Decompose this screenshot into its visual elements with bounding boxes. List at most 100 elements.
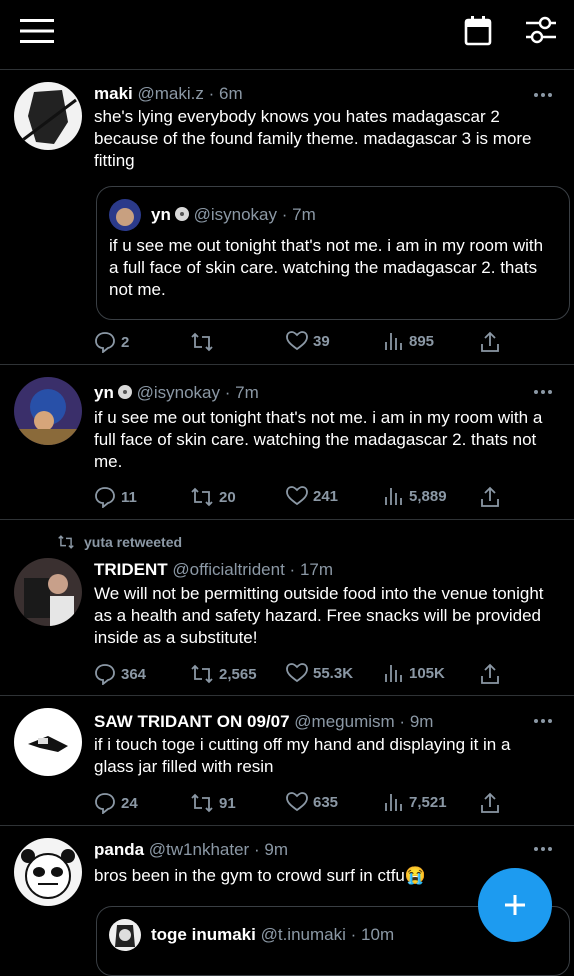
timestamp[interactable]: 9m: [264, 840, 288, 859]
like-button[interactable]: 55.3K: [286, 663, 353, 683]
quote-tweet[interactable]: yn @isynokay · 7m if u see me out tonigh…: [96, 186, 570, 320]
retweet-button[interactable]: 91: [190, 792, 236, 814]
tweet-text: she's lying everybody knows you hates ma…: [94, 107, 532, 170]
like-count: 39: [313, 332, 330, 350]
quote-handle: @t.inumaki: [260, 925, 346, 944]
avatar[interactable]: [14, 377, 82, 445]
timestamp[interactable]: 7m: [235, 383, 259, 402]
more-icon[interactable]: [532, 90, 554, 100]
tweet-header: maki @maki.z · 6m: [94, 84, 530, 104]
display-name[interactable]: SAW TRIDANT ON 09/07: [94, 712, 290, 731]
avatar[interactable]: [14, 838, 82, 906]
retweet-count: 2,565: [219, 665, 257, 683]
quote-display-name: yn: [151, 205, 171, 224]
avatar[interactable]: [14, 82, 82, 150]
retweet-button[interactable]: [190, 331, 219, 353]
views-button[interactable]: 7,521: [384, 792, 447, 812]
display-name[interactable]: panda: [94, 840, 144, 859]
action-bar: 11 20 241 5,889: [94, 486, 514, 510]
tweet-header: yn @isynokay · 7m: [94, 383, 530, 403]
views-button[interactable]: 105K: [384, 663, 445, 683]
separator: ·: [224, 383, 231, 402]
reply-count: 2: [121, 333, 130, 351]
compose-button[interactable]: [478, 868, 552, 942]
handle[interactable]: @isynokay: [137, 383, 220, 402]
like-button[interactable]: 39: [286, 331, 330, 351]
badge-icon: [117, 385, 132, 399]
like-button[interactable]: 635: [286, 792, 338, 812]
view-count: 7,521: [409, 793, 447, 811]
badge-icon: [174, 207, 189, 221]
like-button[interactable]: 241: [286, 486, 338, 506]
view-count: 5,889: [409, 487, 447, 505]
retweet-button[interactable]: 20: [190, 486, 236, 508]
tweet-maki[interactable]: maki @maki.z · 6m she's lying everybody …: [0, 70, 574, 365]
action-bar: 24 91 635 7,521: [94, 792, 514, 816]
handle[interactable]: @megumism: [294, 712, 394, 731]
reply-count: 364: [121, 665, 147, 683]
retweet-button[interactable]: 2,565: [190, 663, 257, 685]
tweet-header: SAW TRIDANT ON 09/07 @megumism · 9m: [94, 712, 530, 732]
reply-button[interactable]: 11: [94, 486, 137, 508]
tweet-header: panda @tw1nkhater · 9m: [94, 840, 530, 860]
heart-icon: [286, 331, 308, 351]
share-icon: [481, 331, 499, 352]
heart-icon: [286, 486, 308, 506]
reply-button[interactable]: 2: [94, 331, 129, 353]
share-icon: [481, 792, 499, 813]
filter-settings-icon[interactable]: [526, 16, 556, 44]
handle[interactable]: @maki.z: [137, 84, 203, 103]
share-icon: [481, 663, 499, 684]
retweet-count: 91: [219, 794, 236, 812]
quote-timestamp: 7m: [292, 205, 316, 224]
timestamp[interactable]: 17m: [300, 560, 333, 579]
like-count: 635: [313, 793, 339, 811]
tweet-header: TRIDENT @officialtrident · 17m: [94, 560, 530, 580]
more-icon[interactable]: [532, 716, 554, 726]
timestamp[interactable]: 6m: [219, 84, 243, 103]
reply-icon: [95, 487, 115, 508]
views-button[interactable]: 5,889: [384, 486, 447, 506]
reply-button[interactable]: 24: [94, 792, 138, 814]
share-button[interactable]: [480, 486, 500, 508]
menu-icon[interactable]: [20, 18, 54, 44]
top-bar: [0, 0, 574, 70]
avatar[interactable]: [14, 558, 82, 626]
display-name[interactable]: yn: [94, 383, 114, 402]
calendar-icon[interactable]: [464, 16, 492, 46]
view-count: 895: [409, 332, 435, 350]
quote-avatar: [109, 199, 141, 231]
tweet-megumism[interactable]: SAW TRIDANT ON 09/07 @megumism · 9m if i…: [0, 696, 574, 826]
action-bar: 364 2,565 55.3K 105K: [94, 663, 514, 687]
display-name[interactable]: TRIDENT: [94, 560, 168, 579]
retweet-icon: [191, 664, 213, 684]
retweet-icon: [191, 793, 213, 813]
quote-display-name: toge inumaki: [151, 925, 256, 944]
share-button[interactable]: [480, 331, 500, 353]
share-button[interactable]: [480, 663, 500, 685]
avatar[interactable]: [14, 708, 82, 776]
quote-handle: @isynokay: [193, 205, 277, 224]
handle[interactable]: @officialtrident: [172, 560, 284, 579]
share-button[interactable]: [480, 792, 500, 814]
reply-count: 11: [121, 488, 137, 506]
timestamp[interactable]: 9m: [410, 712, 434, 731]
views-icon: [385, 665, 402, 682]
retweeted-by[interactable]: yuta retweeted: [56, 534, 182, 550]
tweet-yn[interactable]: yn @isynokay · 7m if u see me out tonigh…: [0, 365, 574, 520]
views-icon: [385, 333, 402, 350]
separator: ·: [208, 84, 215, 103]
reply-icon: [95, 332, 115, 353]
retweet-icon: [191, 332, 213, 352]
separator: ·: [399, 712, 406, 731]
display-name[interactable]: maki: [94, 84, 133, 103]
tweet-trident[interactable]: yuta retweeted TRIDENT @officialtrident …: [0, 520, 574, 696]
more-icon[interactable]: [532, 387, 554, 397]
reply-button[interactable]: 364: [94, 663, 146, 685]
views-button[interactable]: 895: [384, 331, 434, 351]
retweet-icon: [191, 487, 213, 507]
heart-icon: [286, 663, 308, 683]
handle[interactable]: @tw1nkhater: [149, 840, 249, 859]
separator: ·: [350, 925, 357, 944]
more-icon[interactable]: [532, 844, 554, 854]
